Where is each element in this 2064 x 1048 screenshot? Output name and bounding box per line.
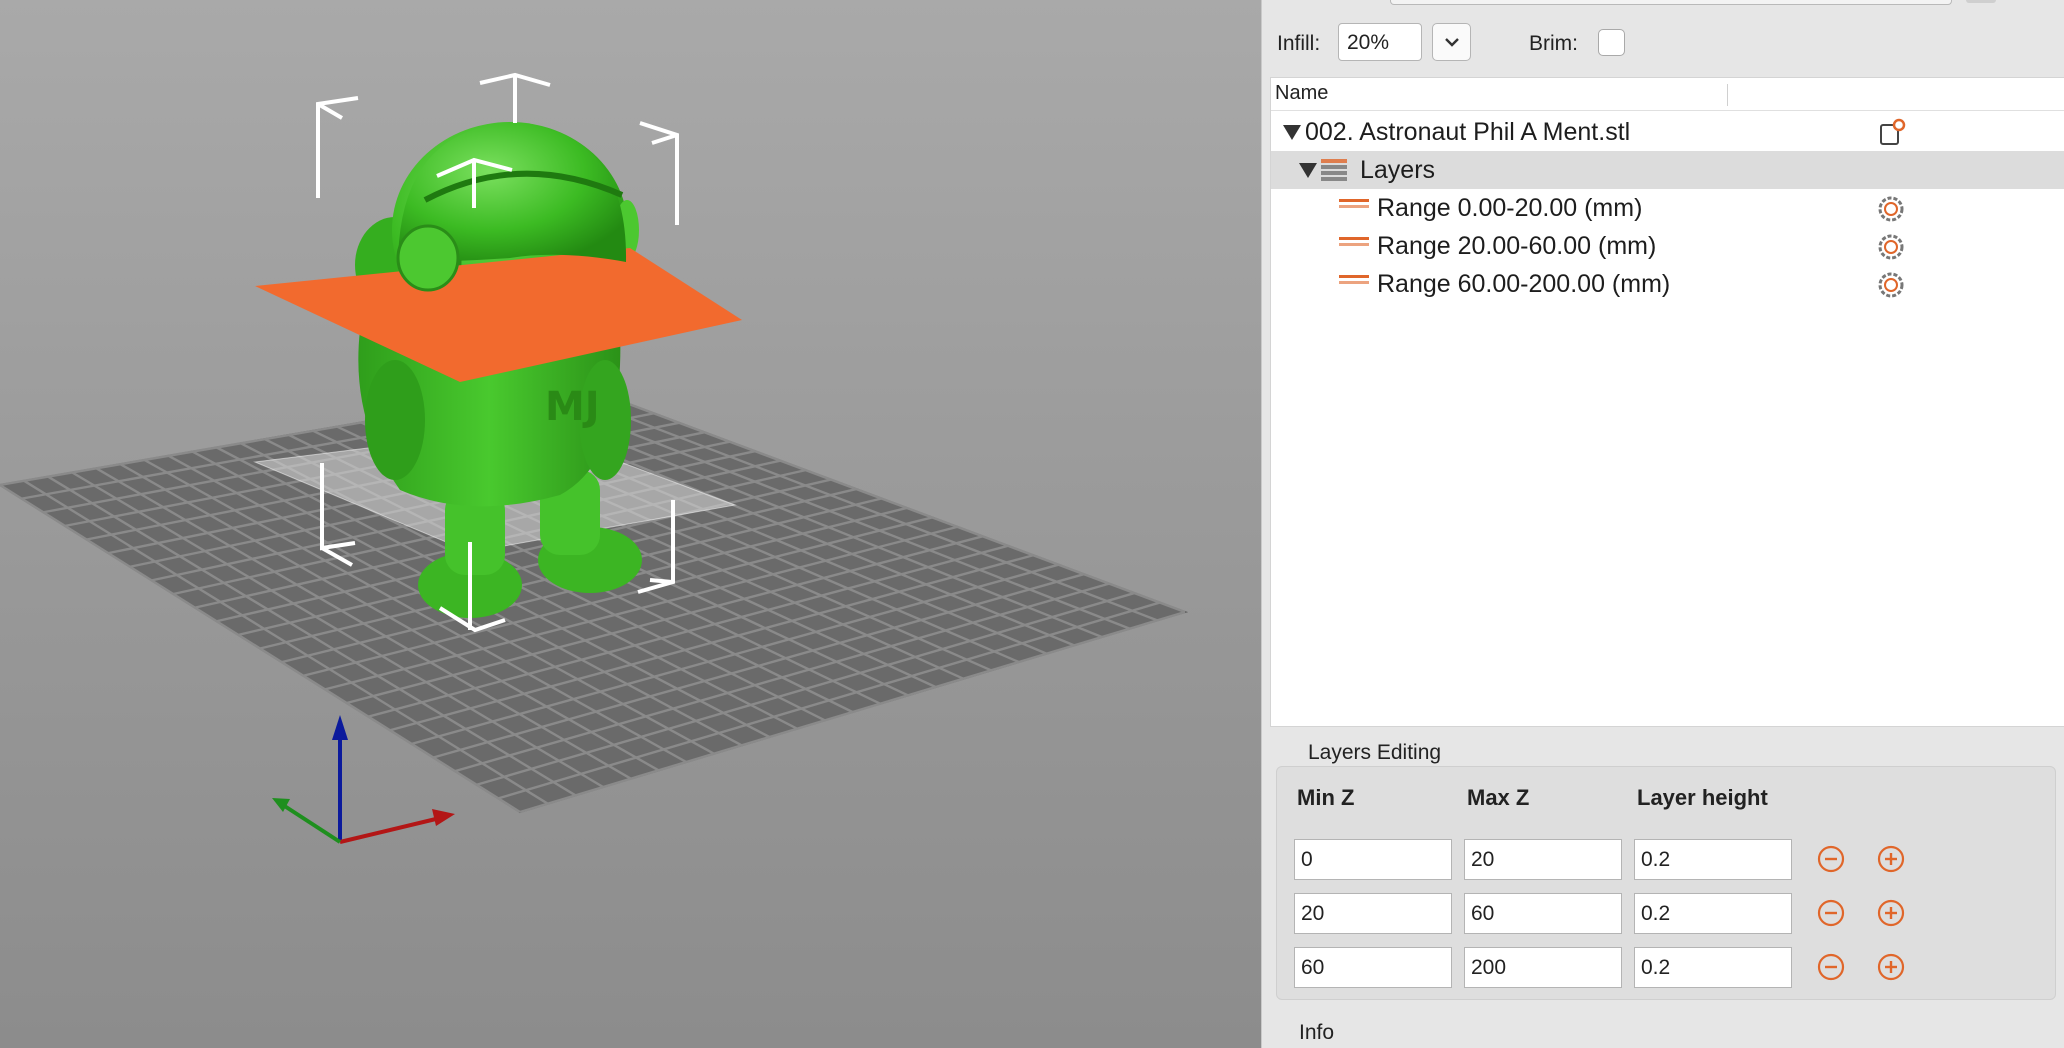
layers-editing-title: Layers Editing [1308, 741, 1442, 764]
layer-height-field[interactable]: 0.2 [1634, 947, 1792, 988]
layer-height-header: Layer height [1637, 785, 1768, 810]
range-layer-icon [1339, 275, 1369, 284]
add-range-button[interactable] [1876, 952, 1906, 982]
infill-dropdown-button[interactable] [1432, 23, 1471, 61]
add-range-button[interactable] [1876, 844, 1906, 874]
layers-editing-panel: Min Z Max Z Layer height 0 20 0.2 20 60 … [1276, 766, 2056, 1000]
column-name[interactable]: Name [1275, 82, 1328, 105]
remove-range-button[interactable] [1816, 844, 1846, 874]
list-header: Name [1271, 78, 2064, 111]
object-name: 002. Astronaut Phil A Ment.stl [1305, 118, 1631, 146]
layers-row[interactable]: Layers [1271, 151, 2064, 189]
max-z-field[interactable]: 20 [1464, 839, 1622, 880]
layer-height-field[interactable]: 0.2 [1634, 839, 1792, 880]
min-z-field[interactable]: 60 [1294, 947, 1452, 988]
range-layer-icon [1339, 199, 1369, 208]
gear-icon[interactable] [1876, 232, 1906, 262]
range-label: Range 20.00-60.00 (mm) [1377, 232, 1657, 260]
settings-button[interactable] [1966, 0, 1996, 3]
infill-field[interactable]: 20% [1338, 23, 1422, 61]
object-settings-icon[interactable] [1877, 118, 1907, 148]
max-z-field[interactable]: 200 [1464, 947, 1622, 988]
min-z-field[interactable]: 20 [1294, 893, 1452, 934]
layers-label: Layers [1360, 156, 1436, 184]
infill-label: Infill: [1277, 32, 1321, 55]
3d-viewport[interactable]: MJ [0, 0, 1261, 1048]
object-list[interactable]: Name 002. Astronaut Phil A Ment.stl Laye… [1270, 77, 2064, 727]
layers-icon [1321, 159, 1347, 181]
range-row[interactable]: Range 60.00-200.00 (mm) [1271, 265, 2064, 303]
range-label: Range 0.00-20.00 (mm) [1377, 194, 1643, 222]
add-range-button[interactable] [1876, 898, 1906, 928]
info-title: Info [1299, 1021, 1335, 1044]
layer-height-field[interactable]: 0.2 [1634, 893, 1792, 934]
remove-range-button[interactable] [1816, 898, 1846, 928]
layer-range-plane [255, 248, 742, 382]
chevron-down-icon [1445, 38, 1459, 47]
brim-checkbox[interactable] [1598, 29, 1625, 56]
range-row[interactable]: Range 0.00-20.00 (mm) [1271, 189, 2064, 227]
min-z-field[interactable]: 0 [1294, 839, 1452, 880]
min-z-header: Min Z [1297, 785, 1355, 810]
max-z-field[interactable]: 60 [1464, 893, 1622, 934]
range-label: Range 60.00-200.00 (mm) [1377, 270, 1671, 298]
range-row[interactable]: Range 20.00-60.00 (mm) [1271, 227, 2064, 265]
expand-triangle-icon[interactable] [1299, 163, 1317, 178]
remove-range-button[interactable] [1816, 952, 1846, 982]
column-separator[interactable] [1727, 84, 1728, 106]
max-z-header: Max Z [1467, 785, 1530, 810]
object-row[interactable]: 002. Astronaut Phil A Ment.stl [1271, 113, 2064, 151]
gear-icon[interactable] [1876, 194, 1906, 224]
svg-text:MJ: MJ [545, 384, 600, 430]
right-sidebar: Infill: 20% Brim: Name 002. Astronaut Ph… [1261, 0, 2064, 1048]
range-layer-icon [1339, 237, 1369, 246]
gear-icon[interactable] [1876, 270, 1906, 300]
print-settings-combo[interactable] [1390, 0, 1952, 5]
expand-triangle-icon[interactable] [1283, 125, 1301, 140]
brim-label: Brim: [1529, 32, 1578, 55]
scene-canvas[interactable]: MJ [0, 0, 1261, 1048]
